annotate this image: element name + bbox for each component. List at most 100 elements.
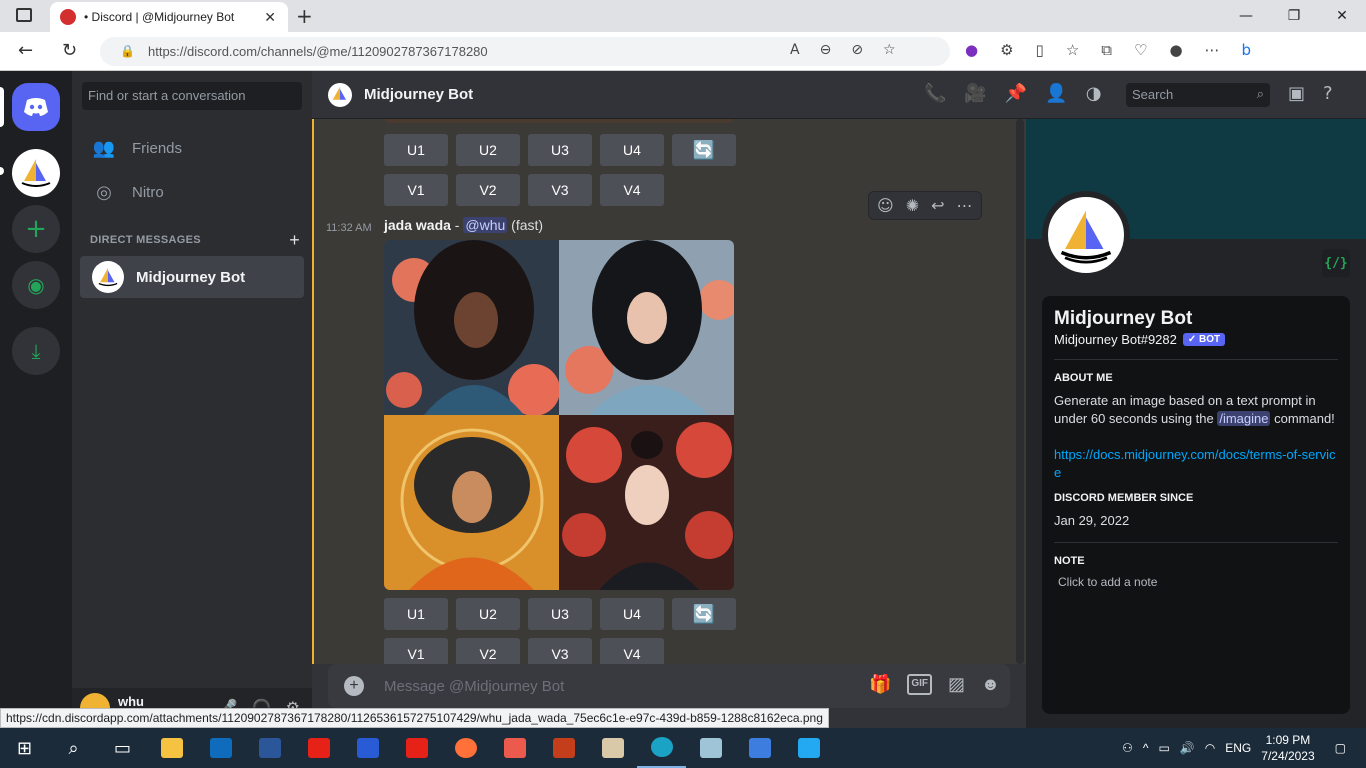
youtube-2-icon[interactable] xyxy=(392,728,441,768)
generated-image-2[interactable] xyxy=(559,240,734,415)
profile-avatar[interactable] xyxy=(1042,191,1130,279)
user-profile-icon[interactable]: ◑ xyxy=(1086,83,1102,104)
profile-icon[interactable]: ● xyxy=(1169,41,1182,59)
gift-icon[interactable]: 🎁 xyxy=(869,674,891,695)
sidebar-item-nitro[interactable]: ◎ Nitro xyxy=(80,171,304,213)
clock[interactable]: 1:09 PM 7/24/2023 xyxy=(1261,732,1314,764)
read-aloud-icon[interactable]: A xyxy=(790,42,800,58)
reroll-button[interactable]: 🔄 xyxy=(672,598,736,630)
start-icon[interactable]: ⊞ xyxy=(0,728,49,768)
notifications-icon[interactable]: ▢ xyxy=(1335,741,1346,755)
voice-call-icon[interactable]: 📞 xyxy=(924,83,946,104)
powerpoint-icon[interactable] xyxy=(539,728,588,768)
gif-picker-button[interactable]: GIF xyxy=(907,674,933,695)
outlook-icon[interactable] xyxy=(196,728,245,768)
more-options-icon[interactable]: ⋯ xyxy=(957,196,973,215)
edge-icon[interactable] xyxy=(637,728,686,768)
people-icon[interactable]: ⚇ xyxy=(1122,741,1133,755)
add-friends-icon[interactable]: 👤 xyxy=(1045,83,1067,104)
extension-w-icon[interactable]: ● xyxy=(965,41,978,59)
sidebar-item-friends[interactable]: 👥 Friends xyxy=(80,127,304,169)
new-tab-icon[interactable]: + xyxy=(296,4,313,28)
v4-button[interactable]: V4 xyxy=(600,174,664,206)
u4-button[interactable]: U4 xyxy=(600,134,664,166)
favorites-icon[interactable]: ☆ xyxy=(1066,41,1079,59)
user-mention[interactable]: @whu xyxy=(463,217,508,233)
tracking-icon[interactable]: ⊘ xyxy=(851,42,863,58)
close-tab-icon[interactable]: ✕ xyxy=(264,9,276,26)
u3-button[interactable]: U3 xyxy=(528,134,592,166)
super-reaction-icon[interactable]: ✺ xyxy=(906,196,919,215)
v4-button[interactable]: V4 xyxy=(600,638,664,664)
generated-image-4[interactable] xyxy=(559,415,734,590)
midjourney-server-icon[interactable] xyxy=(12,149,60,197)
task-view-icon[interactable]: ▭ xyxy=(98,728,147,768)
app-notes-icon[interactable] xyxy=(686,728,735,768)
minimize-icon[interactable]: — xyxy=(1222,0,1270,32)
message-input[interactable]: + Message @Midjourney Bot 🎁 GIF ▨ ☻ xyxy=(328,664,1010,708)
video-call-icon[interactable]: 🎥 xyxy=(964,83,986,104)
zoom-icon[interactable]: ⊖ xyxy=(820,42,832,58)
app-blue-icon[interactable] xyxy=(343,728,392,768)
discord-home-icon[interactable] xyxy=(12,83,60,131)
v3-button[interactable]: V3 xyxy=(528,174,592,206)
help-icon[interactable]: ? xyxy=(1323,83,1333,104)
split-screen-icon[interactable]: ▯ xyxy=(1036,41,1044,59)
tab-actions-icon[interactable] xyxy=(16,8,32,22)
active-developer-badge[interactable]: {/} xyxy=(1322,249,1350,277)
network-icon[interactable]: ◠ xyxy=(1205,741,1215,755)
upload-plus-icon[interactable]: + xyxy=(344,676,364,696)
favorite-star-icon[interactable]: ☆ xyxy=(883,42,896,58)
generated-image-3[interactable] xyxy=(384,415,559,590)
word-icon[interactable] xyxy=(245,728,294,768)
v2-button[interactable]: V2 xyxy=(456,174,520,206)
u1-button[interactable]: U1 xyxy=(384,134,448,166)
generated-image-grid[interactable] xyxy=(384,240,734,590)
sidebar-item-midjourney-bot[interactable]: Midjourney Bot xyxy=(80,256,304,298)
volume-icon[interactable]: 🔊 xyxy=(1180,741,1195,755)
search-icon[interactable]: ⌕ xyxy=(49,728,98,768)
u2-button[interactable]: U2 xyxy=(456,134,520,166)
sticker-icon[interactable]: ▨ xyxy=(948,674,965,695)
previous-image-grid[interactable] xyxy=(384,119,734,123)
browser-tab-discord[interactable]: • Discord | @Midjourney Bot ✕ xyxy=(50,2,288,32)
emoji-icon[interactable]: ☻ xyxy=(981,674,1000,695)
note-input[interactable]: Click to add a note xyxy=(1054,575,1338,589)
v1-button[interactable]: V1 xyxy=(384,638,448,664)
imagine-command[interactable]: /imagine xyxy=(1217,411,1271,426)
terms-of-service-link[interactable]: https://docs.midjourney.com/docs/terms-o… xyxy=(1054,446,1338,482)
u4-button[interactable]: U4 xyxy=(600,598,664,630)
paint-palette-icon[interactable] xyxy=(588,728,637,768)
u1-button[interactable]: U1 xyxy=(384,598,448,630)
restore-icon[interactable]: ❐ xyxy=(1270,0,1318,32)
extensions-icon[interactable]: ⚙ xyxy=(1000,41,1013,59)
add-reaction-icon[interactable]: ☺ xyxy=(877,196,894,215)
file-explorer-icon[interactable] xyxy=(147,728,196,768)
v1-button[interactable]: V1 xyxy=(384,174,448,206)
performance-icon[interactable]: ♡ xyxy=(1134,41,1147,59)
battery-icon[interactable]: ▭ xyxy=(1158,741,1169,755)
u3-button[interactable]: U3 xyxy=(528,598,592,630)
generated-image-1[interactable] xyxy=(384,240,560,416)
collections-icon[interactable]: ⧉ xyxy=(1101,41,1112,59)
message-author[interactable]: jada wada xyxy=(384,217,451,233)
channel-search-input[interactable]: Search ⌕ xyxy=(1126,83,1270,107)
find-conversation-button[interactable]: Find or start a conversation xyxy=(82,82,302,110)
paint-icon[interactable] xyxy=(490,728,539,768)
inbox-icon[interactable]: ▣ xyxy=(1288,83,1305,104)
explore-servers-icon[interactable]: ◉ xyxy=(12,261,60,309)
app-w-icon[interactable] xyxy=(735,728,784,768)
download-apps-icon[interactable]: ⤓ xyxy=(12,327,60,375)
create-dm-icon[interactable]: + xyxy=(289,230,300,251)
add-server-icon[interactable]: + xyxy=(12,205,60,253)
reroll-button[interactable]: 🔄 xyxy=(672,134,736,166)
vscode-icon[interactable] xyxy=(784,728,833,768)
chat-scrollbar[interactable] xyxy=(1016,119,1024,664)
firefox-icon[interactable] xyxy=(441,728,490,768)
back-icon[interactable]: ← xyxy=(18,40,33,61)
refresh-icon[interactable]: ↻ xyxy=(62,40,77,61)
message-list[interactable]: U1 U2 U3 U4 🔄 V1 V2 V3 V4 ☺ ✺ ↩ ⋯ 11:32 … xyxy=(312,119,1026,664)
close-window-icon[interactable]: ✕ xyxy=(1318,0,1366,32)
v3-button[interactable]: V3 xyxy=(528,638,592,664)
pinned-messages-icon[interactable]: 📌 xyxy=(1005,83,1027,104)
